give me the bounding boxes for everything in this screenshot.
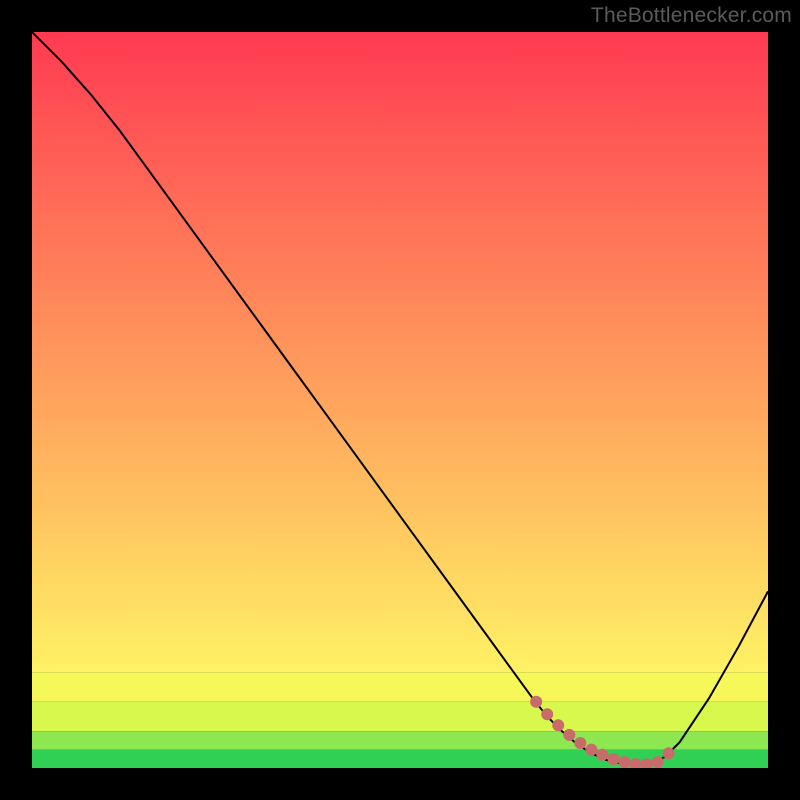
scatter-point	[663, 747, 675, 759]
scatter-point	[596, 749, 608, 761]
scatter-point	[552, 719, 564, 731]
band	[32, 731, 768, 749]
scatter-point	[563, 729, 575, 741]
band	[32, 672, 768, 701]
band	[32, 32, 768, 672]
scatter-point	[574, 737, 586, 749]
scatter-point	[541, 708, 553, 720]
band	[32, 702, 768, 731]
plot-area	[32, 32, 768, 768]
scatter-point	[530, 696, 542, 708]
scatter-point	[585, 744, 597, 756]
chart-svg	[32, 32, 768, 768]
watermark-text: TheBottlenecker.com	[591, 4, 792, 28]
chart-container: TheBottlenecker.com	[0, 0, 800, 800]
scatter-point	[618, 756, 630, 768]
scatter-point	[607, 753, 619, 765]
scatter-point	[652, 756, 664, 768]
